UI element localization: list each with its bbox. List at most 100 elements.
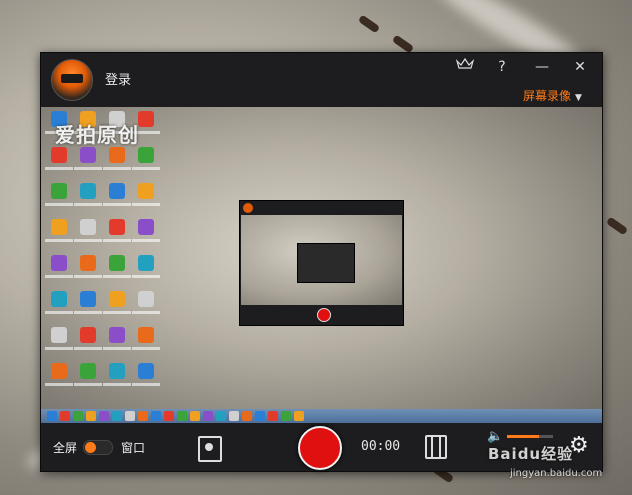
desktop-shortcut-icon (80, 183, 96, 199)
desktop-shortcut-label (45, 383, 73, 386)
desktop-shortcut-label (132, 239, 160, 242)
desktop-shortcut-label (103, 167, 131, 170)
nested-logo (243, 203, 253, 213)
bg-plane (391, 34, 415, 54)
taskbar-app-icon (255, 411, 265, 421)
desktop-shortcut-label (45, 167, 73, 170)
desktop-shortcut-icon (51, 255, 67, 271)
speaker-icon[interactable]: 🔈 (487, 429, 503, 444)
volume-fill (507, 435, 540, 438)
desktop-shortcut-icon (51, 183, 67, 199)
taskbar-app-icon (86, 411, 96, 421)
brand-url: jingyan.baidu.com (510, 468, 603, 479)
taskbar-app-icon (216, 411, 226, 421)
taskbar-app-icon (60, 411, 70, 421)
fullscreen-label: 全屏 (53, 441, 78, 455)
taskbar-app-icon (125, 411, 135, 421)
bg-plane (357, 14, 381, 34)
desktop-shortcut-icon (138, 147, 154, 163)
desktop-shortcut-label (132, 311, 160, 314)
desktop-shortcut-icon (109, 363, 125, 379)
close-button[interactable]: ✕ (570, 57, 590, 77)
desktop-shortcut-icon (51, 219, 67, 235)
login-link[interactable]: 登录 (105, 69, 131, 88)
desktop-shortcut-label (132, 275, 160, 278)
window-label: 窗口 (121, 441, 146, 455)
desktop-shortcut-label (132, 383, 160, 386)
taskbar-app-icon (294, 411, 304, 421)
desktop-shortcut-label (45, 275, 73, 278)
desktop-shortcut-label (74, 275, 102, 278)
desktop-shortcut-icon (80, 255, 96, 271)
desktop-shortcut-icon (109, 147, 125, 163)
desktop-shortcut-icon (109, 327, 125, 343)
desktop-shortcut-label (132, 347, 160, 350)
desktop-shortcut-icon (138, 327, 154, 343)
bg-plane (605, 216, 629, 236)
toggle-knob (85, 442, 96, 453)
desktop-shortcut-label (45, 311, 73, 314)
taskbar-app-icon (242, 411, 252, 421)
desktop-shortcut-icon (80, 363, 96, 379)
desktop-shortcut-label (45, 347, 73, 350)
fullscreen-window-toggle[interactable] (83, 440, 113, 455)
minimize-button[interactable]: — (532, 57, 552, 77)
desktop-shortcut-icon (109, 219, 125, 235)
record-timer: 00:00 (361, 439, 401, 454)
recorder-window: 登录 ? — ✕ 屏幕录像 ▼ 爱拍原创 全屏 窗口 00:00 🔈 ⚙ (40, 52, 603, 472)
taskbar-app-icon (203, 411, 213, 421)
desktop-shortcut-label (103, 383, 131, 386)
desktop-shortcut-label (132, 203, 160, 206)
taskbar-app-icon (138, 411, 148, 421)
taskbar-app-icon (229, 411, 239, 421)
capture-mode-label: 屏幕录像 (523, 89, 572, 103)
watermark: 爱拍原创 (55, 123, 139, 147)
desktop-shortcut-label (103, 203, 131, 206)
desktop-shortcut-icon (138, 111, 154, 127)
record-button[interactable] (298, 426, 342, 470)
taskbar (41, 409, 602, 423)
taskbar-app-icon (99, 411, 109, 421)
desktop-shortcut-icon (138, 363, 154, 379)
desktop-shortcut-label (74, 311, 102, 314)
title-bar: 登录 ? — ✕ 屏幕录像 ▼ (41, 53, 602, 107)
desktop-shortcut-icon (109, 183, 125, 199)
taskbar-app-icon (268, 411, 278, 421)
taskbar-app-icon (190, 411, 200, 421)
app-logo[interactable] (51, 59, 93, 101)
taskbar-app-icon (281, 411, 291, 421)
camera-icon[interactable] (198, 436, 222, 462)
video-list-icon[interactable] (425, 435, 447, 459)
capture-mode-dropdown[interactable]: 屏幕录像 ▼ (523, 87, 582, 104)
taskbar-app-icon (177, 411, 187, 421)
desktop-shortcut-icon (138, 255, 154, 271)
vip-crown-icon[interactable] (455, 57, 475, 77)
desktop-shortcut-label (103, 275, 131, 278)
chevron-down-icon: ▼ (575, 93, 582, 103)
desktop-shortcut-icon (80, 291, 96, 307)
desktop-shortcut-label (74, 347, 102, 350)
desktop-shortcut-label (45, 203, 73, 206)
nested-screen (241, 215, 402, 305)
desktop-shortcut-icon (51, 327, 67, 343)
taskbar-app-icon (73, 411, 83, 421)
desktop-shortcut-icon (138, 183, 154, 199)
nested-recorder-preview (239, 200, 404, 326)
taskbar-app-icon (47, 411, 57, 421)
nested-control-bar (240, 305, 403, 325)
help-button[interactable]: ? (492, 57, 512, 77)
desktop-shortcut-icon (138, 219, 154, 235)
desktop-shortcut-icon (80, 147, 96, 163)
desktop-shortcut-icon (51, 147, 67, 163)
desktop-shortcut-icon (51, 291, 67, 307)
desktop-shortcut-label (74, 383, 102, 386)
nested-record-icon (317, 308, 331, 322)
taskbar-app-icon (112, 411, 122, 421)
desktop-shortcut-label (103, 239, 131, 242)
desktop-shortcut-label (103, 311, 131, 314)
volume-slider[interactable] (507, 435, 553, 438)
desktop-shortcut-label (74, 239, 102, 242)
desktop-shortcut-label (74, 167, 102, 170)
taskbar-app-icon (151, 411, 161, 421)
desktop-shortcut-icon (51, 363, 67, 379)
